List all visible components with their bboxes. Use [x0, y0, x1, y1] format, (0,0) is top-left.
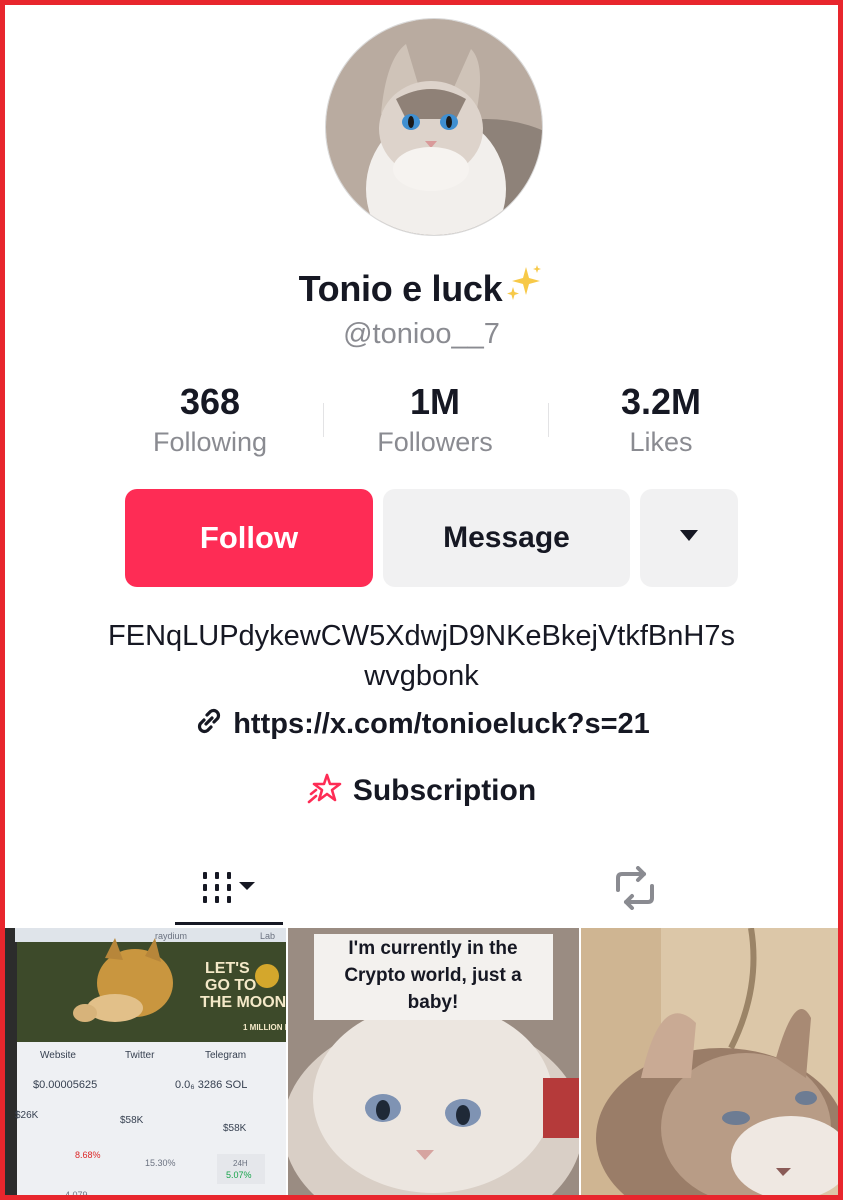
bio-text: FENqLUPdykewCW5XdwjD9NKeBkejVtkfBnH7s wv…: [5, 616, 838, 696]
subscription-label: Subscription: [352, 774, 537, 807]
stat-followers[interactable]: 1M Followers: [335, 381, 535, 459]
profile-screen: Tonio e luck @tonioo__7 368 Following 1M…: [0, 0, 843, 1200]
link-chip: Telegram: [205, 1050, 246, 1061]
stat-value: 368: [179, 381, 241, 422]
link-icon: [193, 705, 225, 745]
subscription-star-icon: [307, 772, 343, 814]
profile-link[interactable]: https://x.com/tonioeluck?s=21: [5, 705, 838, 745]
caret-down-icon: [680, 529, 698, 547]
caption-line: Crypto world, just a: [344, 965, 522, 986]
change-value: 5.07%: [226, 1170, 252, 1180]
bio-line: wvgbonk: [364, 660, 479, 692]
moon-text: GO TO: [205, 977, 256, 994]
message-button[interactable]: Message: [383, 489, 630, 587]
moon-text: LET'S: [205, 960, 250, 977]
avatar[interactable]: [325, 18, 543, 236]
stat-label: Following: [152, 427, 268, 457]
stat-label: Likes: [629, 427, 693, 457]
videos-grid-icon: [195, 868, 265, 913]
price-value: $0.00005625: [33, 1079, 97, 1091]
dex-tab-label: raydium: [155, 931, 187, 941]
active-tab-indicator: [175, 922, 283, 925]
fdv-value: $26K: [15, 1110, 39, 1121]
tab-reposts[interactable]: [595, 855, 675, 925]
tab-videos[interactable]: [175, 855, 285, 925]
followers-badge: 1 MILLION FOLLOWERS: [243, 1023, 286, 1032]
txns-value: 4,079: [65, 1190, 88, 1200]
username-handle: @tonioo__7: [343, 318, 500, 350]
video-thumbnail[interactable]: [581, 928, 838, 1195]
stat-label: Followers: [377, 427, 493, 457]
more-options-button[interactable]: [640, 489, 738, 587]
stat-following[interactable]: 368 Following: [110, 381, 310, 459]
mcap-value: $58K: [223, 1123, 247, 1134]
link-text: https://x.com/tonioeluck?s=21: [233, 708, 650, 740]
caption-line: I'm currently in the: [348, 938, 517, 959]
change-value: 8.68%: [75, 1150, 101, 1160]
stat-likes[interactable]: 3.2M Likes: [561, 381, 761, 459]
follow-button[interactable]: Follow: [125, 489, 373, 587]
change-value: 15.30%: [145, 1158, 176, 1168]
repost-icon: [610, 865, 660, 915]
display-name: Tonio e luck: [298, 268, 503, 309]
sparkles-icon: [504, 263, 544, 308]
caption-line: baby!: [408, 992, 459, 1013]
subscription-button[interactable]: Subscription: [5, 772, 838, 814]
mcap-value: $58K: [120, 1115, 144, 1126]
avatar-cat-image: [326, 19, 542, 235]
timeframe-label: 24H: [233, 1159, 248, 1168]
moon-text: THE MOON: [200, 994, 286, 1011]
bio-line: FENqLUPdykewCW5XdwjD9NKeBkejVtkfBnH7s: [108, 620, 735, 652]
dex-tab-label: Lab: [260, 931, 275, 941]
stat-divider: [548, 403, 549, 437]
stat-value: 1M: [409, 381, 460, 422]
video-thumbnail[interactable]: raydium Lab LET'S GO TO THE MOON 1 MILLI…: [5, 928, 286, 1200]
video-thumbnail[interactable]: I'm currently in the Crypto world, just …: [288, 928, 579, 1195]
profile-name-row: Tonio e luck: [5, 263, 838, 313]
liquidity-value: 0.0₆ 3286 SOL: [175, 1079, 247, 1091]
stat-divider: [323, 403, 324, 437]
link-chip: Website: [40, 1050, 76, 1061]
link-chip: Twitter: [125, 1050, 155, 1061]
stat-value: 3.2M: [620, 381, 702, 422]
